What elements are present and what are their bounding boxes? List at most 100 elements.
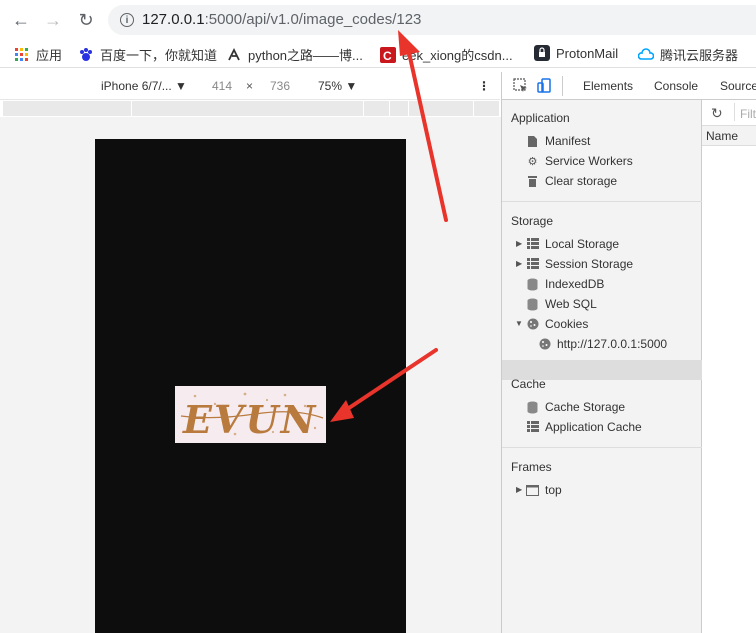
filter-input[interactable]: Filte [740, 107, 756, 121]
tree-manifest[interactable]: Manifest [526, 134, 590, 148]
device-name: iPhone 6/7/... [101, 79, 172, 93]
trash-icon [526, 175, 539, 188]
back-icon[interactable]: ← [9, 8, 33, 32]
tree-session-storage[interactable]: Session Storage [526, 257, 633, 271]
python-blog-icon [226, 47, 242, 63]
database-icon [526, 298, 539, 311]
grid-icon [526, 238, 539, 251]
captcha-graphic: EVUN [180, 392, 324, 442]
tree-local-storage[interactable]: Local Storage [526, 237, 619, 251]
tree-clear-storage[interactable]: Clear storage [526, 174, 617, 188]
tree-label: Application Cache [545, 420, 642, 434]
expand-arrow-icon[interactable]: ▶ [516, 259, 522, 268]
column-label: Name [706, 129, 739, 143]
divider [502, 364, 702, 365]
grid-icon [526, 421, 539, 434]
frame-icon [526, 484, 539, 497]
tree-label: Cookies [545, 317, 589, 331]
captcha-image: EVUN [175, 386, 326, 443]
bookmark-label: 应用 [36, 48, 63, 63]
refresh-icon[interactable]: ↻ [711, 105, 723, 122]
tree-label: top [545, 483, 562, 497]
bookmark-label: python之路——博... [248, 48, 363, 63]
tree-label: Local Storage [545, 237, 620, 251]
tab-console[interactable]: Console [654, 79, 698, 93]
bookmark-python[interactable]: python之路——博... [226, 45, 363, 64]
url-text: 127.0.0.1:5000/api/v1.0/image_codes/123 [142, 11, 421, 28]
section-application: Application [511, 111, 570, 125]
bookmark-baidu[interactable]: 百度一下，你就知道 [78, 45, 217, 64]
zoom-select[interactable]: 75% ▼ [318, 79, 357, 93]
divider [502, 447, 702, 448]
section-cache: Cache [511, 377, 546, 391]
file-icon [526, 135, 539, 148]
tree-service-workers[interactable]: ⚙ Service Workers [526, 154, 633, 168]
width-field[interactable]: 414 [212, 79, 232, 93]
section-storage: Storage [511, 214, 554, 228]
forward-icon[interactable]: → [41, 8, 65, 32]
expand-arrow-icon[interactable]: ▶ [516, 239, 522, 248]
bookmark-label: ProtonMail [556, 45, 619, 61]
tree-label: Service Workers [545, 154, 633, 168]
column-header-name[interactable]: Name [702, 126, 756, 146]
grid-icon [526, 258, 539, 271]
tree-cookie-origin[interactable]: http://127.0.0.1:5000 [538, 337, 667, 351]
more-options-icon[interactable]: ⋮ [478, 79, 490, 93]
tree-label: Session Storage [545, 257, 634, 271]
captcha-text: EVUN [182, 397, 317, 442]
reload-icon[interactable]: ↻ [74, 8, 98, 32]
expand-arrow-icon[interactable]: ▶ [516, 485, 522, 494]
device-toggle-icon[interactable] [536, 77, 554, 95]
section-frames: Frames [511, 460, 552, 474]
bookmark-csdn[interactable]: C eek_xiong的csdn... [380, 45, 513, 64]
tab-elements[interactable]: Elements [583, 79, 633, 93]
media-query-ruler [3, 101, 499, 116]
svg-text:C: C [383, 49, 392, 63]
height-field[interactable]: 736 [270, 79, 290, 93]
collapse-arrow-icon[interactable]: ▼ [515, 319, 523, 328]
tree-web-sql[interactable]: Web SQL [526, 297, 597, 311]
inspect-element-icon[interactable] [512, 77, 530, 95]
tree-label: http://127.0.0.1:5000 [557, 337, 668, 351]
tree-frame-top[interactable]: top [526, 483, 562, 497]
apps-grid-icon [14, 47, 30, 63]
device-toolbar: iPhone 6/7/... ▼ 414 × 736 75% ▼ ⋮ [0, 72, 500, 100]
tree-cache-storage[interactable]: Cache Storage [526, 400, 625, 414]
tab-sources[interactable]: Source [720, 79, 756, 93]
tree-label: Clear storage [545, 174, 618, 188]
url-host: 127.0.0.1 [142, 11, 205, 28]
database-icon [526, 401, 539, 414]
baidu-paw-icon [78, 47, 94, 63]
zoom-value: 75% [318, 79, 343, 93]
devtools-tabbar: Elements Console Source [502, 72, 756, 100]
cookie-table-pane: ↻ Filte Name [702, 100, 756, 633]
address-bar[interactable]: i 127.0.0.1:5000/api/v1.0/image_codes/12… [108, 5, 756, 35]
protonmail-icon [534, 45, 550, 61]
tree-application-cache[interactable]: Application Cache [526, 420, 642, 434]
tree-indexeddb[interactable]: IndexedDB [526, 277, 604, 291]
database-icon [526, 278, 539, 291]
bookmark-tencent[interactable]: 腾讯云服务器 [637, 45, 739, 64]
tree-label: IndexedDB [545, 277, 605, 291]
gear-icon: ⚙ [527, 155, 538, 168]
times-sign: × [246, 79, 254, 93]
tree-label: Web SQL [545, 297, 597, 311]
url-path: :5000/api/v1.0/image_codes/123 [204, 11, 422, 28]
info-icon[interactable]: i [120, 13, 134, 27]
bookmark-protonmail[interactable]: ProtonMail [534, 45, 618, 61]
filter-bar: ↻ Filte [702, 100, 756, 126]
bookmark-label: 腾讯云服务器 [660, 48, 739, 63]
divider [502, 201, 702, 202]
browser-toolbar: ← → ↻ i 127.0.0.1:5000/api/v1.0/image_co… [0, 0, 756, 40]
tree-label: Cache Storage [545, 400, 626, 414]
bookmarks-bar: 应用 百度一下，你就知道 python之路——博... C eek_xiong的… [0, 40, 756, 68]
bookmark-label: eek_xiong的csdn... [402, 48, 513, 63]
csdn-icon: C [380, 46, 396, 63]
tree-label: Manifest [545, 134, 591, 148]
devtools-panel: Elements Console Source Application Mani… [501, 72, 756, 633]
cookie-icon [526, 318, 539, 331]
bookmark-label: 百度一下，你就知道 [100, 48, 218, 63]
device-select[interactable]: iPhone 6/7/... ▼ [101, 79, 187, 93]
bookmark-apps[interactable]: 应用 [14, 45, 62, 64]
tree-cookies[interactable]: Cookies [526, 317, 588, 331]
